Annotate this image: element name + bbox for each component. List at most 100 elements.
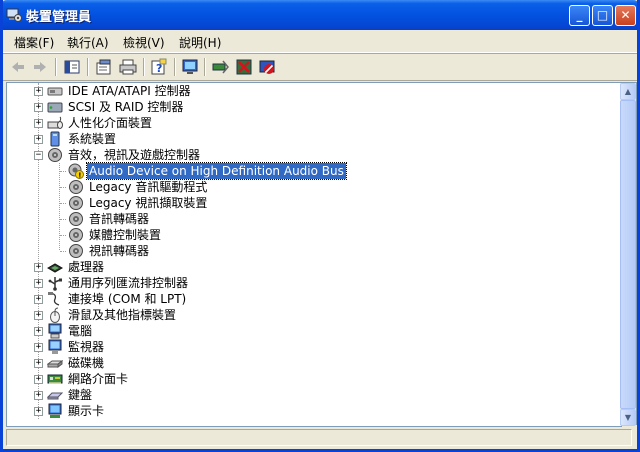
disable-icon[interactable] <box>258 58 276 76</box>
expand-toggle[interactable]: + <box>34 391 43 400</box>
console-tree-icon[interactable] <box>63 58 81 76</box>
toolbar: ? <box>3 54 637 81</box>
scroll-thumb[interactable] <box>620 100 636 409</box>
back-icon[interactable] <box>9 58 27 76</box>
device-tree[interactable]: + IDE ATA/ATAPI 控制器 + SCSI 及 RAID 控制器 + … <box>6 82 622 427</box>
expand-toggle[interactable]: + <box>34 119 43 128</box>
tree-item-label: 顯示卡 <box>68 404 105 418</box>
tree-item-label: IDE ATA/ATAPI 控制器 <box>68 84 191 98</box>
processor-icon <box>47 263 63 273</box>
tree-item-label: 通用序列匯流排控制器 <box>68 276 189 290</box>
expand-toggle[interactable]: + <box>34 311 43 320</box>
computer-icon <box>48 323 62 339</box>
expand-toggle[interactable]: + <box>34 135 43 144</box>
help-icon[interactable]: ? <box>150 58 168 76</box>
expand-toggle[interactable]: + <box>34 343 43 352</box>
tree-item-label: 鍵盤 <box>68 388 93 402</box>
network-adapter-icon <box>47 374 63 384</box>
audio-device-icon <box>69 244 83 258</box>
audio-device-icon <box>69 212 83 226</box>
status-bar <box>3 427 637 449</box>
audio-device-icon <box>69 180 83 194</box>
expand-toggle[interactable]: + <box>34 375 43 384</box>
system-device-icon <box>50 131 60 147</box>
tree-item-label: SCSI 及 RAID 控制器 <box>68 100 184 114</box>
tree-connector <box>60 203 66 204</box>
ide-controller-icon <box>47 87 63 96</box>
toolbar-separator <box>204 58 206 76</box>
menu-file[interactable]: 檔案(F) <box>14 34 54 51</box>
scroll-down-button[interactable]: ▼ <box>620 409 636 426</box>
status-panel <box>6 429 632 446</box>
keyboard-icon <box>47 392 63 400</box>
toolbar-separator <box>55 58 57 76</box>
expand-toggle[interactable]: + <box>34 263 43 272</box>
tree-item-label: 連接埠 (COM 和 LPT) <box>68 292 187 306</box>
tree-connector <box>59 163 60 250</box>
expand-toggle[interactable]: + <box>34 87 43 96</box>
disk-drive-icon <box>47 360 63 368</box>
monitor-icon <box>48 339 62 354</box>
expand-toggle[interactable]: + <box>34 279 43 288</box>
close-button[interactable]: ✕ <box>615 5 636 26</box>
expand-toggle[interactable]: + <box>34 295 43 304</box>
toolbar-separator <box>87 58 89 76</box>
menu-help[interactable]: 說明(H) <box>179 34 221 51</box>
device-manager-icon <box>6 8 22 22</box>
device-icon[interactable] <box>181 58 199 76</box>
menu-view[interactable]: 檢視(V) <box>123 34 165 51</box>
tree-item-label: 監視器 <box>68 340 105 354</box>
print-icon[interactable] <box>119 58 137 76</box>
expand-toggle[interactable]: + <box>34 359 43 368</box>
tree-item-label: 磁碟機 <box>68 356 105 370</box>
tree-connector <box>60 251 66 252</box>
tree-item-label-selected: Audio Device on High Definition Audio Bu… <box>86 162 347 180</box>
toolbar-separator <box>143 58 145 76</box>
usb-icon <box>48 277 62 291</box>
tree-item-label: Legacy 音訊驅動程式 <box>89 180 208 194</box>
properties-icon[interactable] <box>95 58 113 76</box>
tree-item-label: 媒體控制裝置 <box>89 228 162 242</box>
device-manager-window: 裝置管理員 _ □ ✕ 檔案(F) 執行(A) 檢視(V) 說明(H) ? + <box>0 0 640 452</box>
tree-item-label: 音訊轉碼器 <box>89 212 150 226</box>
expand-toggle[interactable]: + <box>34 407 43 416</box>
scroll-up-button[interactable]: ▲ <box>620 83 636 100</box>
tree-item-label: Legacy 視訊擷取裝置 <box>89 196 208 210</box>
expand-toggle[interactable]: + <box>34 103 43 112</box>
tree-connector <box>60 219 66 220</box>
minimize-button[interactable]: _ <box>569 5 590 26</box>
collapse-toggle[interactable]: − <box>34 151 43 160</box>
svg-text:!: ! <box>78 172 81 180</box>
scsi-controller-icon <box>47 102 63 113</box>
menu-action[interactable]: 執行(A) <box>67 34 109 51</box>
tree-connector <box>60 171 66 172</box>
display-adapter-icon <box>48 403 62 418</box>
forward-icon[interactable] <box>31 58 49 76</box>
tree-item-label: 人性化介面裝置 <box>68 116 153 130</box>
maximize-button[interactable]: □ <box>592 5 613 26</box>
expand-toggle[interactable]: + <box>34 327 43 336</box>
tree-connector <box>60 235 66 236</box>
tree-item-label: 系統裝置 <box>68 132 117 146</box>
title-bar[interactable]: 裝置管理員 _ □ ✕ <box>3 0 637 30</box>
tree-item-label: 網路介面卡 <box>68 372 129 386</box>
sound-controller-icon <box>48 148 62 162</box>
menu-bar: 檔案(F) 執行(A) 檢視(V) 說明(H) <box>3 30 637 53</box>
window-title: 裝置管理員 <box>26 10 92 25</box>
uninstall-icon[interactable] <box>235 58 253 76</box>
mouse-icon <box>50 307 60 323</box>
tree-item-label: 電腦 <box>68 324 93 338</box>
hid-icon <box>47 116 63 129</box>
tree-item-label: 音效，視訊及遊戲控制器 <box>68 148 201 162</box>
audio-device-icon <box>69 228 83 242</box>
toolbar-separator <box>174 58 176 76</box>
port-icon <box>48 292 60 306</box>
scan-hardware-icon[interactable] <box>211 58 229 76</box>
tree-item-label: 滑鼠及其他指標裝置 <box>68 308 177 322</box>
tree-item-label: 處理器 <box>68 260 105 274</box>
audio-device-icon <box>69 196 83 210</box>
warning-audio-device-icon: ! <box>68 163 84 179</box>
tree-connector <box>60 187 66 188</box>
tree-item-label: 視訊轉碼器 <box>89 244 150 258</box>
vertical-scrollbar[interactable]: ▲ ▼ <box>620 82 637 426</box>
